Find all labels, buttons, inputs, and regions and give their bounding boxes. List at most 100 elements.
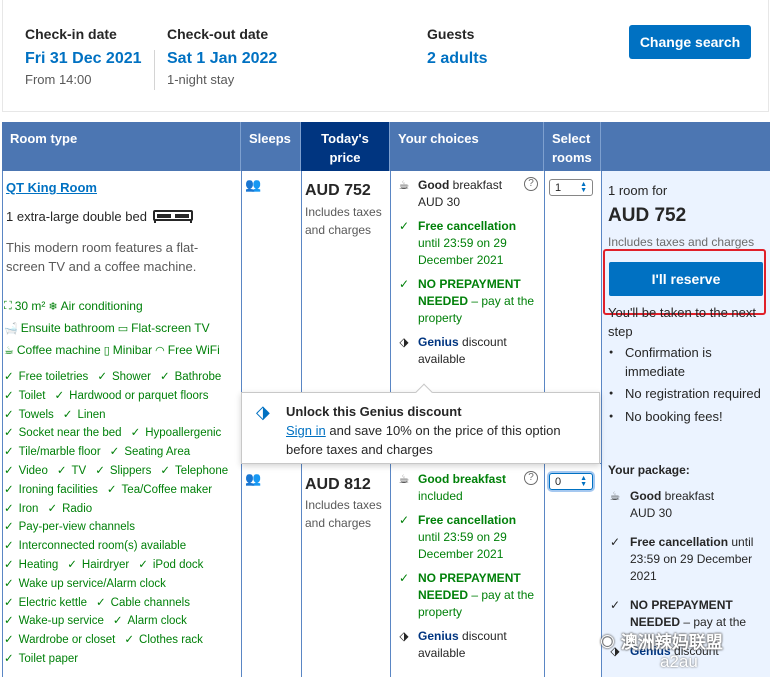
- cancel-title: Free cancellation: [418, 513, 517, 527]
- breakfast-text: breakfast: [449, 178, 503, 192]
- amenity-item: Socket near the bed: [4, 427, 122, 439]
- amenity-item: Pay-per-view channels: [4, 521, 135, 533]
- benefit-item: Confirmation is immediate: [608, 344, 766, 381]
- benefit-item: No registration required: [608, 385, 766, 404]
- chevron-updown-icon: ▲ ▼: [580, 180, 587, 194]
- checkin-time: From 14:00: [25, 72, 92, 87]
- sleeps-icon: 👥: [245, 471, 261, 486]
- facility-minibar: Minibar: [112, 343, 153, 357]
- facility-row: 🛁 Ensuite bathroom ▭ Flat-screen TV: [4, 321, 210, 335]
- checkmark-icon: ✓: [398, 513, 410, 527]
- option-price-note: Includes taxes and charges: [305, 498, 382, 530]
- room-name-link[interactable]: QT King Room: [6, 180, 97, 195]
- amenity-item: Alarm clock: [113, 615, 187, 627]
- facility-row: ⛶ 30 m² ❄ Air conditioning: [4, 299, 143, 313]
- facility-coffee: Coffee machine: [16, 343, 101, 357]
- tag-icon: ⬗: [399, 335, 409, 349]
- checkout-date: Sat 1 Jan 2022: [167, 50, 278, 67]
- bath-icon: 🛁: [4, 322, 18, 335]
- bed-info: 1 extra-large double bed: [6, 209, 193, 224]
- checkout-label: Check-out date: [167, 26, 269, 42]
- amenity-item: Hairdryer: [67, 559, 129, 571]
- amenity-line: Electric kettle Cable channels: [4, 594, 236, 613]
- header-todays-price: Today's price: [301, 122, 390, 171]
- header-your-choices: Your choices: [390, 122, 544, 171]
- amenity-line: Towels Linen: [4, 406, 236, 425]
- watermark-url: a2au: [660, 652, 698, 671]
- facility-tv: Flat-screen TV: [131, 321, 210, 335]
- option-choices: ☕ Good breakfast AUD 30 ✓ Free cancellati…: [396, 177, 541, 368]
- wifi-icon: ◠: [155, 344, 165, 357]
- amenity-item: TV: [57, 465, 86, 477]
- genius-label: Genius: [418, 629, 459, 643]
- bed-icon: [152, 209, 193, 223]
- cancellation-choice: ✓ Free cancellation until 23:59 on 29 Dec…: [396, 512, 541, 563]
- amenity-item: Wake up service/Alarm clock: [4, 578, 166, 590]
- amenity-item: Radio: [47, 503, 92, 515]
- amenity-item: Video: [4, 465, 48, 477]
- amenity-item: Electric kettle: [4, 597, 87, 609]
- change-search-button[interactable]: Change search: [629, 25, 751, 59]
- amenity-item: Tile/marble floor: [4, 446, 101, 458]
- amenity-item: iPod dock: [138, 559, 203, 571]
- pkg-breakfast-text: breakfast: [661, 489, 715, 503]
- checkmark-icon: ✓: [398, 277, 410, 291]
- size-icon: ⛶: [4, 299, 12, 312]
- room-quantity-select[interactable]: 0 ▲ ▼: [549, 473, 593, 490]
- breakfast-choice: ☕ Good breakfast included: [396, 471, 541, 505]
- amenity-line: Socket near the bed Hypoallergenic: [4, 424, 236, 443]
- pkg-prepay-text: – pay at the: [680, 615, 747, 629]
- sign-in-link[interactable]: Sign in: [286, 423, 326, 438]
- checkmark-icon: ✓: [609, 598, 621, 612]
- amenity-item: Telephone: [160, 465, 228, 477]
- tag-icon: ⬗: [256, 402, 270, 422]
- genius-label: Genius: [418, 335, 459, 349]
- amenity-line: Tile/marble floor Seating Area: [4, 443, 236, 462]
- option-price: AUD 812: [305, 476, 371, 493]
- amenity-item: Seating Area: [110, 446, 191, 458]
- header-sleeps: Sleeps: [241, 122, 301, 171]
- coffee-cup-icon: ☕: [398, 178, 410, 192]
- info-icon[interactable]: ?: [524, 471, 538, 485]
- guests-value: 2 adults: [427, 50, 488, 67]
- coffee-cup-icon: ☕: [398, 472, 410, 486]
- facility-ac: Air conditioning: [60, 299, 143, 313]
- popup-body: Sign in and save 10% on the price of thi…: [286, 421, 591, 459]
- checkin-block: Check-in date Fri 31 Dec 2021 From 14:00: [25, 26, 142, 87]
- coffee-cup-icon: ☕: [609, 489, 621, 503]
- cancel-until: until 23:59 on 29 December 2021: [418, 530, 507, 561]
- amenity-item: Free toiletries: [4, 371, 88, 383]
- genius-popup: ⬗ Unlock this Genius discount Sign in an…: [241, 383, 600, 464]
- watermark: ◉ 澳洲辣妈联盟: [600, 628, 723, 653]
- checkout-block: Check-out date Sat 1 Jan 2022 1-night st…: [167, 26, 277, 87]
- amenity-item: Towels: [4, 409, 54, 421]
- facility-size: 30 m²: [14, 299, 46, 313]
- amenity-item: Tea/Coffee maker: [107, 484, 212, 496]
- package-prepayment: ✓ NO PREPAYMENT NEEDED – pay at the: [608, 597, 766, 631]
- amenity-item: Iron: [4, 503, 38, 515]
- pkg-cancel-title: Free cancellation: [630, 535, 729, 549]
- rooms-for-label: 1 room for: [608, 183, 668, 198]
- table-border-left: [2, 171, 3, 677]
- room-description: This modern room features a flat-screen …: [6, 240, 199, 274]
- info-icon[interactable]: ?: [524, 177, 538, 191]
- col-divider: [601, 171, 602, 677]
- amenity-item: Wardrobe or closet: [4, 634, 115, 646]
- amenity-item: Hypoallergenic: [131, 427, 222, 439]
- facility-wifi: Free WiFi: [167, 343, 220, 357]
- amenity-line: Ironing facilities Tea/Coffee maker: [4, 481, 236, 500]
- option-choices: ☕ Good breakfast included ✓ Free cancella…: [396, 471, 541, 662]
- breakfast-included: included: [418, 489, 463, 503]
- pkg-breakfast-bold: Good: [630, 489, 662, 503]
- amenity-item: Wake-up service: [4, 615, 104, 627]
- header-select-rooms: Select rooms: [544, 122, 601, 171]
- amenity-item: Slippers: [95, 465, 151, 477]
- room-quantity-select[interactable]: 1 ▲ ▼: [549, 179, 593, 196]
- amenity-line: Wardrobe or closet Clothes rack: [4, 631, 236, 650]
- amenity-item: Bathrobe: [160, 371, 221, 383]
- header-reserve: [601, 122, 770, 171]
- breakfast-bold: Good: [418, 178, 450, 192]
- tv-icon: ▭: [117, 322, 129, 335]
- amenity-item: Hardwood or parquet floors: [55, 390, 209, 402]
- reserve-total-note: Includes taxes and charges: [608, 235, 755, 249]
